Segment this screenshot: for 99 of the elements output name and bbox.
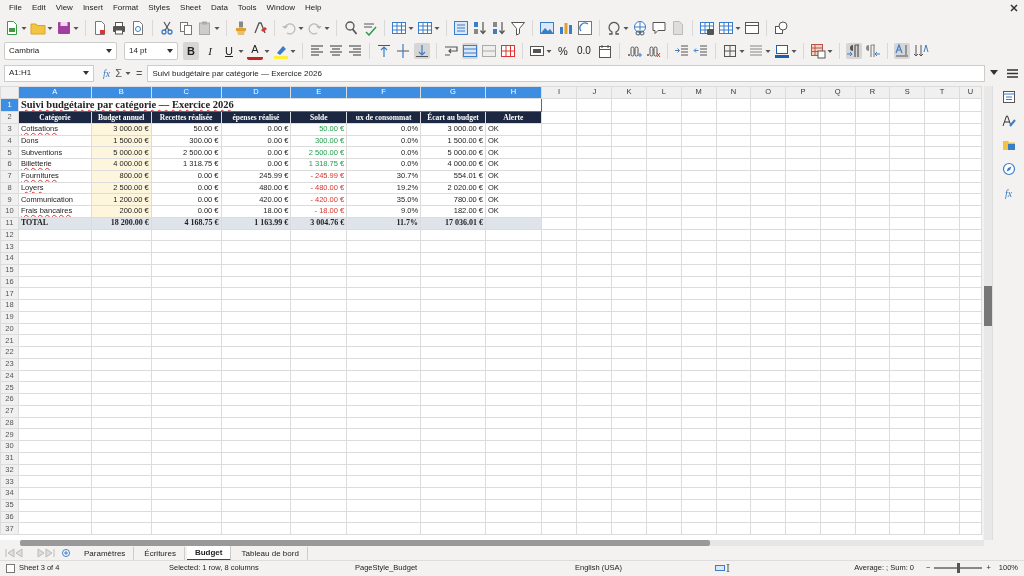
menu-icon[interactable]: [1007, 68, 1018, 78]
window-icon[interactable]: [744, 20, 760, 36]
underline-button[interactable]: U: [221, 42, 237, 60]
export-pdf-icon[interactable]: [92, 20, 108, 36]
freeze-rows-icon[interactable]: [699, 20, 715, 36]
wrap-text-icon[interactable]: [443, 43, 459, 59]
printer-icon[interactable]: [111, 20, 127, 36]
sort-icon[interactable]: [453, 20, 469, 36]
add-decimal-icon[interactable]: [625, 43, 642, 59]
table-cell: 11.7%: [396, 218, 419, 228]
table-cell: TOTAL: [20, 218, 49, 228]
caret-icon[interactable]: [167, 49, 173, 53]
new-spreadsheet-icon[interactable]: [4, 20, 20, 36]
name-box[interactable]: A1:H1: [4, 64, 94, 82]
styles-icon[interactable]: [1001, 114, 1016, 128]
borders-icon[interactable]: [721, 43, 738, 59]
menu-item[interactable]: Edit: [26, 0, 51, 15]
menu-item[interactable]: Help: [300, 0, 327, 15]
spelling-icon[interactable]: [362, 20, 378, 36]
increase-indent-icon[interactable]: [673, 43, 690, 59]
selection-mode-icon[interactable]: [715, 564, 731, 572]
find-replace-icon[interactable]: [343, 20, 359, 36]
delete-decimal-icon[interactable]: [644, 43, 661, 59]
scrollbar-thumb[interactable]: [20, 540, 710, 546]
sheet-tab[interactable]: Budget: [186, 546, 232, 560]
merge-cells-icon[interactable]: [481, 43, 497, 59]
align-left-icon[interactable]: [309, 43, 325, 59]
sheet-tab[interactable]: Tableau de bord: [233, 546, 308, 560]
merge-center-icon[interactable]: [462, 43, 478, 59]
menu-item[interactable]: Data: [205, 0, 233, 15]
bold-button[interactable]: B: [183, 42, 199, 60]
font-name-field[interactable]: Cambria: [4, 42, 117, 60]
function-wizard-button[interactable]: fx: [103, 65, 111, 81]
caret-icon[interactable]: [83, 71, 89, 75]
align-right-icon[interactable]: [347, 43, 363, 59]
save-icon[interactable]: [56, 20, 72, 36]
highlight-color-icon[interactable]: [273, 43, 289, 59]
caret-icon[interactable]: [106, 49, 112, 53]
percent-button[interactable]: %: [555, 42, 571, 60]
row-icon[interactable]: [391, 20, 407, 36]
gallery-icon[interactable]: [1001, 138, 1016, 152]
expand-icon[interactable]: [990, 70, 998, 76]
menu-item[interactable]: Format: [107, 0, 144, 15]
image-icon[interactable]: [539, 20, 555, 36]
number-format-button[interactable]: 0.0: [574, 42, 594, 60]
italic-button[interactable]: I: [202, 42, 218, 60]
navigator-icon[interactable]: [1001, 162, 1016, 176]
menu-item[interactable]: Window: [261, 0, 300, 15]
table-cell: 3 004.76 €: [310, 218, 345, 228]
table-cell: 18 200.00 €: [110, 218, 149, 228]
menu-item[interactable]: Insert: [77, 0, 108, 15]
menu-item[interactable]: Sheet: [175, 0, 206, 15]
document-status-icon: [6, 563, 15, 573]
sum-button[interactable]: Σ: [115, 64, 123, 82]
font-color-button[interactable]: A: [247, 42, 263, 60]
cut-icon[interactable]: [159, 20, 175, 36]
align-center-icon[interactable]: [328, 43, 344, 59]
define-print-range-icon[interactable]: [718, 20, 734, 36]
hyperlink-icon[interactable]: [632, 20, 648, 36]
sheet-tab[interactable]: Écritures: [136, 546, 185, 560]
conditional-format-icon[interactable]: [809, 43, 826, 59]
border-color-icon[interactable]: [773, 43, 790, 59]
clone-formatting-icon[interactable]: [233, 20, 249, 36]
sort-descending-icon[interactable]: [491, 20, 507, 36]
autofilter-icon[interactable]: [510, 20, 526, 36]
sheet-title: Suivi budgétaire par catégorie — Exercice 2026: [20, 99, 234, 110]
properties-icon[interactable]: [1001, 90, 1016, 104]
functions-button[interactable]: fx: [1004, 186, 1013, 201]
align-top-icon[interactable]: [376, 43, 392, 59]
sheet-tab[interactable]: Paramètres: [76, 546, 135, 560]
align-bottom-icon[interactable]: [414, 43, 430, 59]
chart-icon[interactable]: [558, 20, 574, 36]
menu-item[interactable]: Tools: [232, 0, 262, 15]
vertical-text-icon[interactable]: [912, 43, 929, 59]
copy-icon[interactable]: [178, 20, 194, 36]
print-preview-icon[interactable]: [130, 20, 146, 36]
table-cell: 17 036.01 €: [445, 218, 483, 228]
menu-item[interactable]: File: [4, 0, 27, 15]
menu-item[interactable]: View: [50, 0, 78, 15]
comment-icon[interactable]: [651, 20, 667, 36]
formula-button[interactable]: =: [136, 64, 143, 82]
calendar-icon[interactable]: [596, 43, 613, 59]
formula-input[interactable]: Suivi budgétaire par catégorie — Exercice 2026: [147, 64, 985, 82]
clear-formatting-icon[interactable]: [252, 20, 268, 36]
table-cell: 1 163.99 €: [254, 218, 289, 228]
right-to-left-icon[interactable]: [864, 43, 881, 59]
menu-item[interactable]: Styles: [143, 0, 176, 15]
font-size-field[interactable]: 14 pt: [124, 42, 178, 60]
column-icon[interactable]: [417, 20, 433, 36]
table-cell: 4 168.75 €: [184, 218, 219, 228]
add-sheet-icon[interactable]: [62, 549, 70, 557]
special-character-icon[interactable]: [606, 20, 622, 36]
text-direction-icon[interactable]: [893, 43, 910, 59]
left-to-right-icon[interactable]: [845, 43, 862, 59]
shapes-icon[interactable]: [773, 20, 789, 36]
sort-ascending-icon[interactable]: [472, 20, 488, 36]
close-icon[interactable]: [1010, 3, 1018, 12]
scrollbar-thumb[interactable]: [984, 286, 992, 326]
unmerge-cells-icon[interactable]: [500, 43, 516, 59]
